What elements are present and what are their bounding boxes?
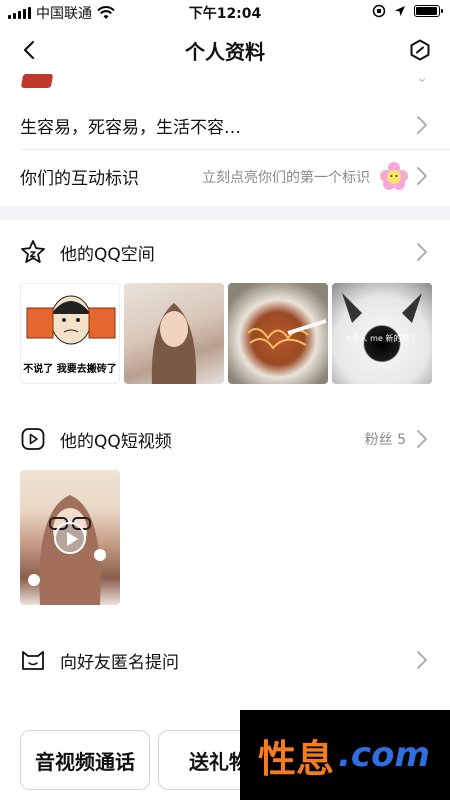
chevron-right-icon <box>417 116 427 134</box>
chevron-right-icon <box>417 430 427 448</box>
play-button-icon[interactable] <box>54 522 86 554</box>
qzone-photo-strip: 不说了 我要去搬砖了 o个人 me 新的笑了 <box>20 283 432 384</box>
qzone-photo[interactable]: o个人 me 新的笑了 <box>332 283 432 384</box>
site-watermark: 性息 .com <box>240 710 450 800</box>
watermark-text-b: .com <box>338 735 430 775</box>
photo-caption: 不说了 我要去搬砖了 <box>23 364 117 375</box>
meme-face-icon <box>26 295 116 345</box>
interaction-mark-hint: 立刻点亮你们的第一个标识 <box>202 170 370 186</box>
qzone-label: 他的QQ空间 <box>60 245 155 265</box>
level-badge-icon <box>20 74 54 88</box>
cat-box-icon <box>22 651 44 670</box>
short-video-label: 他的QQ短视频 <box>60 432 172 452</box>
battery-icon <box>414 5 443 17</box>
flower-mark-icon <box>380 162 408 190</box>
anonymous-question-row[interactable]: 向好友匿名提问 <box>0 634 450 684</box>
orientation-lock-icon <box>372 4 386 18</box>
more-hexagon-icon[interactable] <box>408 38 432 62</box>
peek-chevron-icon: ⌄ <box>416 70 428 86</box>
video-play-icon <box>21 428 45 450</box>
chevron-right-icon <box>417 243 427 261</box>
qzone-photo[interactable] <box>124 283 224 384</box>
location-icon <box>395 6 405 16</box>
chevron-right-icon <box>417 651 427 669</box>
interaction-mark-label: 你们的互动标识 <box>20 169 139 189</box>
anonymous-question-label: 向好友匿名提问 <box>60 653 179 673</box>
nav-bar: 个人资料 <box>0 24 450 76</box>
qzone-photo[interactable] <box>228 283 328 384</box>
status-right <box>372 4 443 18</box>
interaction-mark-row[interactable]: 你们的互动标识 立刻点亮你们的第一个标识 <box>0 148 450 204</box>
short-video-thumbnail[interactable] <box>20 470 120 605</box>
portrait-photo-icon <box>151 303 197 384</box>
signature-text: 生容易，死容易，生活不容… <box>20 118 241 138</box>
qzone-section-header[interactable]: 他的QQ空间 <box>0 226 450 276</box>
short-video-section-header[interactable]: 他的QQ短视频 粉丝 5 <box>0 413 450 463</box>
section-gap <box>0 206 450 220</box>
status-bar: 中国联通 下午12:04 <box>0 0 450 24</box>
qzone-photo[interactable]: 不说了 我要去搬砖了 <box>20 283 120 384</box>
star-icon <box>21 240 45 263</box>
battery-level-fill <box>416 7 437 15</box>
watermark-text-a: 性息 <box>258 736 335 781</box>
chevron-right-icon <box>417 167 427 185</box>
video-call-button[interactable]: 音视频通话 <box>20 730 150 790</box>
fans-count: 粉丝 5 <box>364 432 406 448</box>
page-title: 个人资料 <box>185 40 265 64</box>
photo-caption: o个人 me 新的笑了 <box>346 334 418 343</box>
signature-row[interactable]: 生容易，死容易，生活不容… <box>0 97 450 153</box>
noodle-bowl-icon <box>247 319 327 350</box>
